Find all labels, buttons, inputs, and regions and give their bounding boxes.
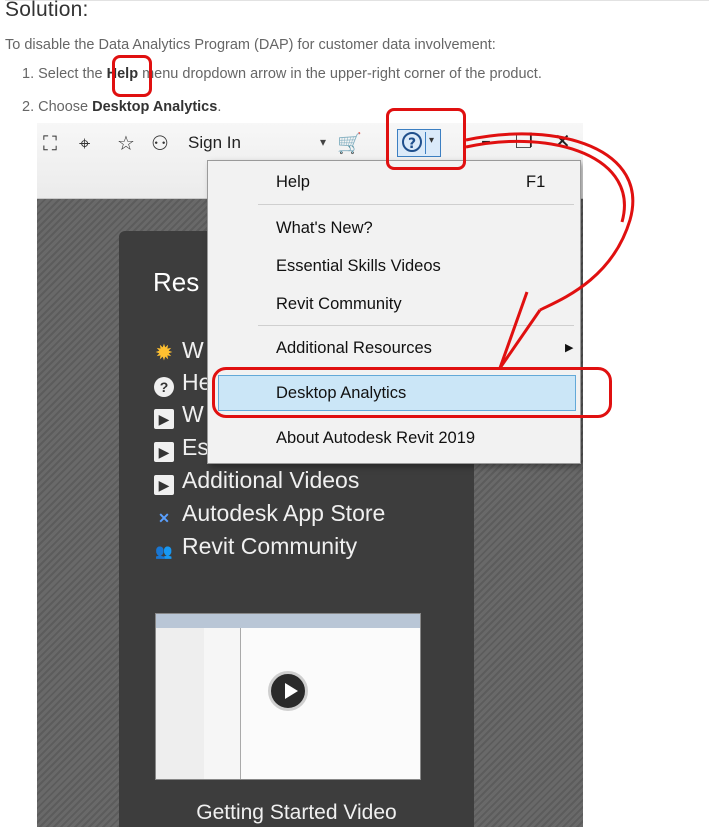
annotation-arrow-shaft (498, 291, 529, 369)
annotation-arrow-shaft-2 (498, 309, 542, 369)
annotation-arrow (465, 132, 635, 369)
annotation-arrow-curve (465, 132, 635, 312)
annotation-arrow-curve-2 (465, 139, 626, 223)
